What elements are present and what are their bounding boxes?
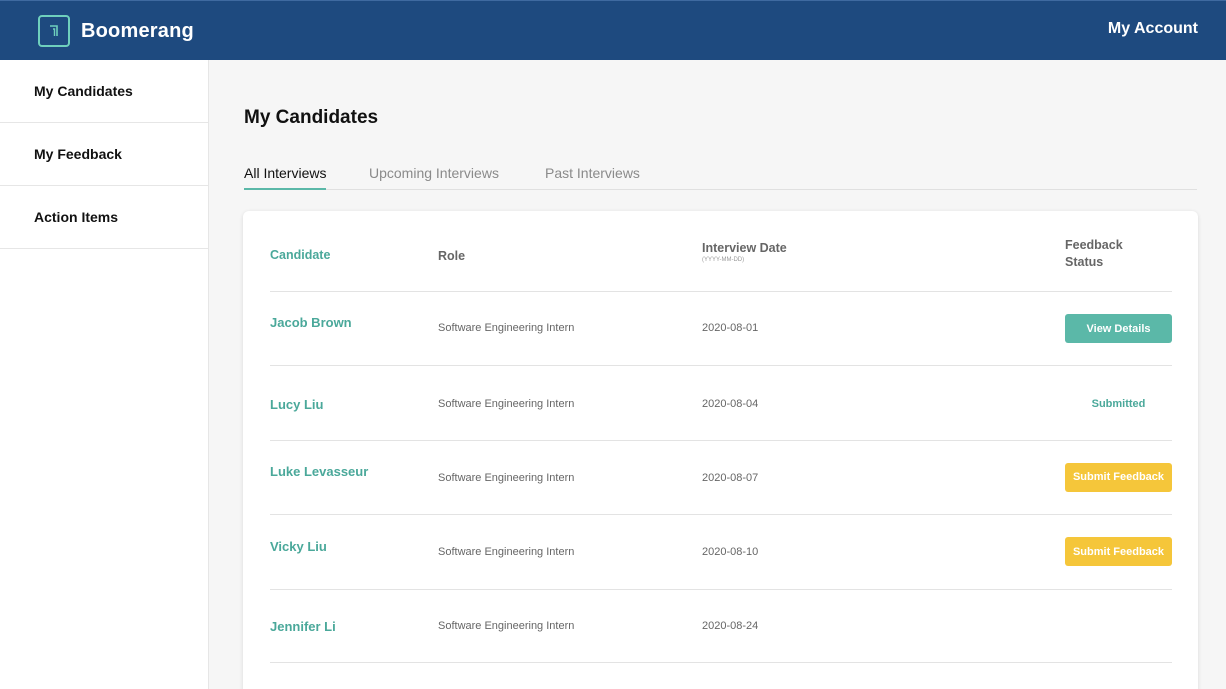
candidate-role: Software Engineering Intern <box>438 472 575 484</box>
candidate-role: Software Engineering Intern <box>438 546 575 558</box>
view-details-button[interactable]: View Details <box>1065 314 1172 343</box>
column-header-feedback[interactable]: Feedback <box>1065 238 1123 252</box>
candidate-name[interactable]: Vicky Liu <box>270 539 327 554</box>
brand-name[interactable]: Boomerang <box>81 20 194 43</box>
column-header-date[interactable]: Interview Date <box>702 241 787 255</box>
column-header-candidate[interactable]: Candidate <box>270 248 330 262</box>
candidate-name[interactable]: Jacob Brown <box>270 315 352 330</box>
page-title: My Candidates <box>244 107 379 128</box>
tab-upcoming-interviews[interactable]: Upcoming Interviews <box>369 165 499 188</box>
table-row: Luke Levasseur Software Engineering Inte… <box>270 441 1172 515</box>
interview-date: 2020-08-07 <box>702 472 759 484</box>
candidate-name[interactable]: Luke Levasseur <box>270 464 368 479</box>
submit-feedback-button[interactable]: Submit Feedback <box>1065 537 1172 566</box>
table-row: Lucy Liu Software Engineering Intern 202… <box>270 366 1172 441</box>
table-row: Jennifer Li Software Engineering Intern … <box>270 589 1172 663</box>
submit-feedback-button[interactable]: Submit Feedback <box>1065 463 1172 492</box>
interview-date: 2020-08-10 <box>702 546 759 558</box>
candidate-name[interactable]: Lucy Liu <box>270 397 323 412</box>
tab-past-interviews[interactable]: Past Interviews <box>545 165 640 188</box>
candidate-role: Software Engineering Intern <box>438 398 575 410</box>
candidates-table: Candidate Role Interview Date (YYYY-MM-D… <box>243 211 1198 689</box>
my-account-link[interactable]: My Account <box>1108 20 1198 38</box>
submitted-status: Submitted <box>1091 398 1146 410</box>
table-row: Jacob Brown Software Engineering Intern … <box>270 292 1172 366</box>
interview-date: 2020-08-01 <box>702 322 759 334</box>
candidate-name[interactable]: Jennifer Li <box>270 619 336 634</box>
interview-date: 2020-08-24 <box>702 620 759 632</box>
table-row: Vicky Liu Software Engineering Intern 20… <box>270 515 1172 590</box>
sidebar-item-action-items[interactable]: Action Items <box>0 186 208 249</box>
date-format-hint: (YYYY-MM-DD) <box>702 257 745 263</box>
row-divider <box>270 662 1172 663</box>
sidebar-item-my-candidates[interactable]: My Candidates <box>0 60 208 123</box>
sidebar-item-my-feedback[interactable]: My Feedback <box>0 123 208 186</box>
column-header-status[interactable]: Status <box>1065 255 1103 269</box>
top-bar: Boomerang My Account <box>0 0 1226 60</box>
column-header-role[interactable]: Role <box>438 249 465 263</box>
tab-all-interviews[interactable]: All Interviews <box>244 165 327 190</box>
interview-tabs: All Interviews Upcoming Interviews Past … <box>244 160 1197 190</box>
candidate-role: Software Engineering Intern <box>438 620 575 632</box>
candidate-role: Software Engineering Intern <box>438 322 575 334</box>
boomerang-logo-icon[interactable] <box>38 15 70 47</box>
interview-date: 2020-08-04 <box>702 398 759 410</box>
sidebar: My Candidates My Feedback Action Items <box>0 60 209 689</box>
